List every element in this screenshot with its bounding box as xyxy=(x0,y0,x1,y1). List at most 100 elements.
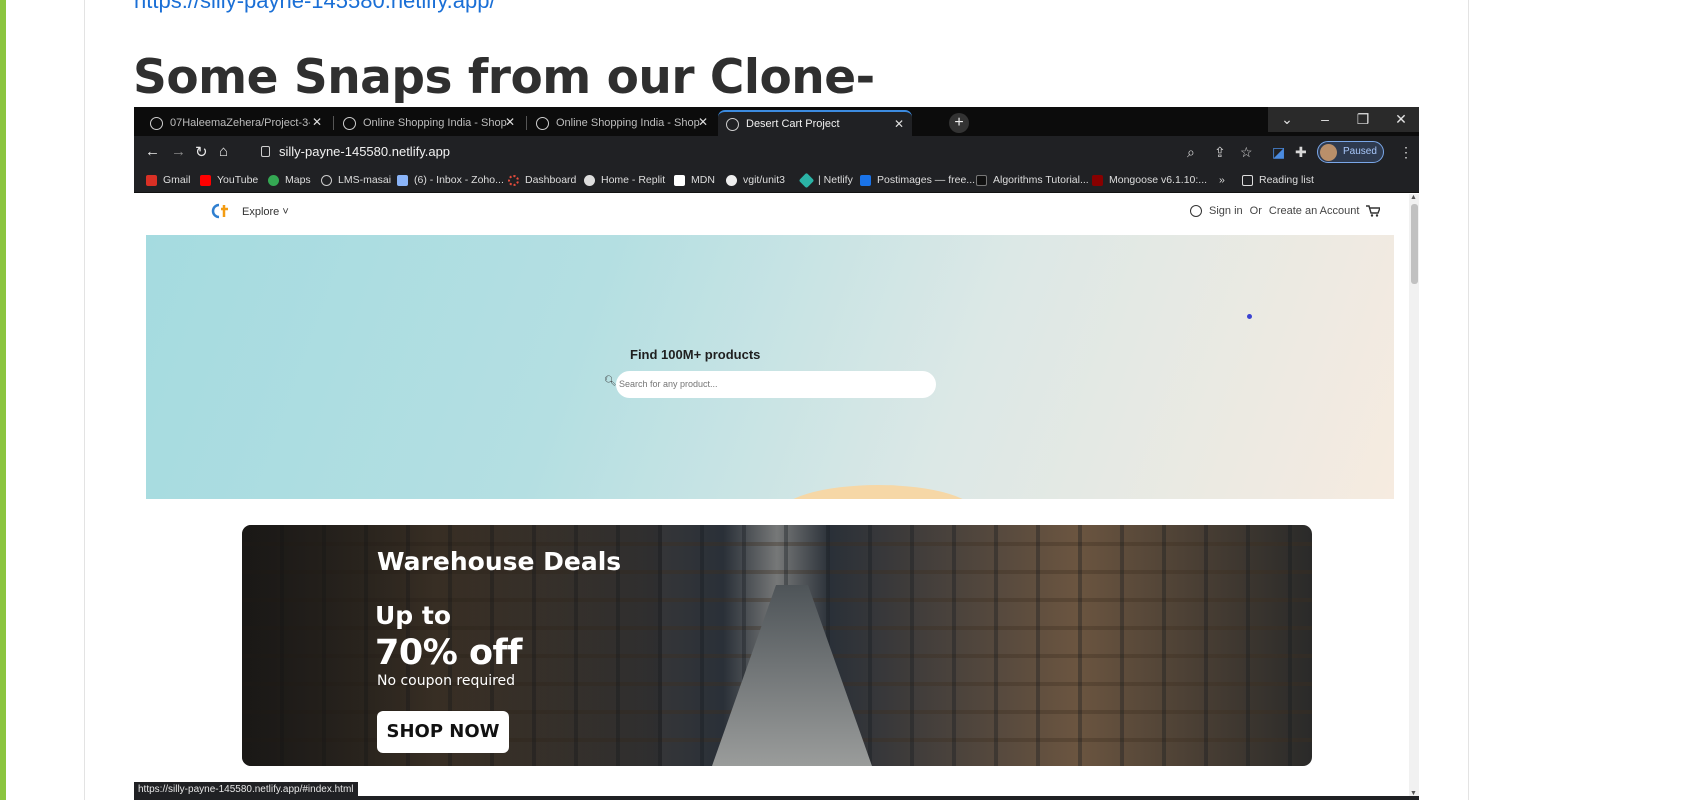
page-heading: Some Snaps from our Clone- xyxy=(133,50,875,105)
close-icon[interactable]: ✕ xyxy=(505,115,515,129)
bookmark-postimages[interactable]: Postimages — free... xyxy=(860,174,975,186)
bookmark-label: Mongoose v6.1.10:... xyxy=(1109,174,1208,186)
github-icon xyxy=(150,116,163,130)
bookmark-gmail[interactable]: Gmail xyxy=(146,174,190,186)
bookmark-label: YouTube xyxy=(217,174,259,186)
bookmark-label: Dashboard xyxy=(525,174,577,186)
cart-icon[interactable] xyxy=(1366,205,1381,217)
maps-icon xyxy=(268,174,279,186)
shop-now-button[interactable]: SHOP NOW xyxy=(377,711,509,753)
share-icon[interactable]: ⇪ xyxy=(1214,144,1226,161)
bookmark-label: Gmail xyxy=(163,174,191,186)
close-icon[interactable]: ✕ xyxy=(894,117,904,131)
globe-icon xyxy=(536,116,549,130)
tab-label: 07HaleemaZehera/Project-3-Clo xyxy=(170,117,310,129)
bookmark-mdn[interactable]: MDN xyxy=(674,174,715,186)
profile-button[interactable]: Paused xyxy=(1317,141,1384,163)
mdn-icon xyxy=(674,174,685,186)
tab-github[interactable]: 07HaleemaZehera/Project-3-Clo ✕ xyxy=(142,110,330,136)
close-icon[interactable]: ✕ xyxy=(698,115,708,129)
tab-separator xyxy=(333,116,334,130)
bookmark-vgit[interactable]: vgit/unit3 xyxy=(726,174,785,186)
globe-icon xyxy=(343,116,356,130)
bookmark-youtube[interactable]: YouTube xyxy=(200,174,258,186)
globe-icon xyxy=(726,117,739,131)
bookmark-label: Maps xyxy=(285,174,311,186)
content-border-left xyxy=(84,0,85,800)
reload-icon[interactable]: ↻ xyxy=(195,143,208,161)
explore-label: Explore xyxy=(242,206,280,218)
site-logo[interactable] xyxy=(209,202,231,220)
explore-menu[interactable]: Explore ˅ xyxy=(242,206,289,218)
bookmark-dashboard[interactable]: Dashboard xyxy=(508,174,576,186)
netlify-icon xyxy=(798,172,815,188)
menu-dots-icon[interactable]: ⋮ xyxy=(1399,144,1413,161)
minimize-button[interactable]: – xyxy=(1306,107,1344,132)
dashboard-icon xyxy=(508,174,519,186)
tab-strip: 07HaleemaZehera/Project-3-Clo ✕ Online S… xyxy=(134,107,1419,136)
banner-title: Warehouse Deals xyxy=(377,547,622,576)
account-links: Sign in Or Create an Account xyxy=(1190,205,1381,217)
bookmark-lms[interactable]: LMS-masai xyxy=(321,174,391,186)
bookmark-netlify[interactable]: | Netlify xyxy=(798,172,853,188)
scrollbar-thumb[interactable] xyxy=(1411,204,1418,284)
bookmark-algorithms[interactable]: Algorithms Tutorial... xyxy=(976,174,1089,186)
banner-subtitle: No coupon required xyxy=(377,673,516,689)
extension-icon[interactable]: ◪ xyxy=(1272,144,1285,161)
banner-discount: 70% off xyxy=(375,633,522,673)
bookmark-label: Algorithms Tutorial... xyxy=(993,174,1089,186)
back-icon[interactable]: ← xyxy=(145,143,160,160)
bookmarks-overflow[interactable]: » xyxy=(1219,174,1225,186)
cursor-dot xyxy=(1247,314,1252,319)
close-icon[interactable]: ✕ xyxy=(312,115,322,129)
bookmark-label: (6) - Inbox - Zoho... xyxy=(414,174,504,186)
zoom-icon[interactable]: ⌕ xyxy=(1187,144,1195,161)
globe-icon[interactable] xyxy=(1190,205,1202,217)
tab-label: Online Shopping India - Shop for xyxy=(363,117,508,129)
warehouse-aisle-image xyxy=(712,585,872,766)
bookmark-label: Home - Replit xyxy=(601,174,666,186)
or-text: Or xyxy=(1249,205,1262,217)
link-status-bar: https://silly-payne-145580.netlify.app/#… xyxy=(134,782,358,797)
puzzle-icon[interactable]: ✚ xyxy=(1295,144,1307,161)
left-accent-bar xyxy=(0,0,6,800)
sign-in-link[interactable]: Sign in xyxy=(1209,205,1243,217)
tab-online-shopping-2[interactable]: Online Shopping India - Shop for ✕ xyxy=(528,110,716,136)
bookmarks-bar: Gmail YouTube Maps LMS-masai (6) - Inbox… xyxy=(134,169,1419,193)
globe-icon xyxy=(321,174,332,186)
bookmark-label: MDN xyxy=(691,174,715,186)
tab-search-button[interactable]: ⌄ xyxy=(1268,107,1306,132)
chevron-down-icon: ˅ xyxy=(282,206,289,218)
new-tab-button[interactable]: + xyxy=(949,113,969,133)
forward-icon[interactable]: → xyxy=(171,143,186,160)
profile-status: Paused xyxy=(1343,146,1377,157)
create-account-link[interactable]: Create an Account xyxy=(1269,205,1360,217)
project-link[interactable]: https://silly-payne-145580.netlify.app/ xyxy=(134,0,496,14)
page-scrollbar[interactable]: ▲ ▼ xyxy=(1409,194,1419,800)
home-icon[interactable]: ⌂ xyxy=(219,143,228,160)
bookmark-star-icon[interactable]: ☆ xyxy=(1240,144,1253,161)
browser-toolbar: ← → ↻ ⌂ silly-payne-145580.netlify.app ⌕… xyxy=(134,136,1419,169)
product-search-input[interactable] xyxy=(616,371,936,398)
bookmark-replit[interactable]: Home - Replit xyxy=(584,174,665,186)
address-bar[interactable]: silly-payne-145580.netlify.app xyxy=(279,144,450,159)
restore-button[interactable]: ❐ xyxy=(1344,107,1382,132)
browser-screenshot: 07HaleemaZehera/Project-3-Clo ✕ Online S… xyxy=(134,107,1419,800)
hero-banner: Find 100M+ products 🔍︎ xyxy=(146,235,1394,499)
bookmark-label: LMS-masai xyxy=(338,174,392,186)
bookmark-mongoose[interactable]: Mongoose v6.1.10:... xyxy=(1092,174,1207,186)
bookmark-maps[interactable]: Maps xyxy=(268,174,311,186)
algorithms-icon xyxy=(976,174,987,186)
close-window-button[interactable]: ✕ xyxy=(1382,107,1419,132)
reading-list[interactable]: Reading list xyxy=(1242,174,1314,186)
tab-label: Online Shopping India - Shop for xyxy=(556,117,701,129)
tab-online-shopping-1[interactable]: Online Shopping India - Shop for ✕ xyxy=(335,110,523,136)
lock-icon[interactable] xyxy=(261,146,270,157)
bookmark-label: Postimages — free... xyxy=(877,174,976,186)
bookmark-zoho[interactable]: (6) - Inbox - Zoho... xyxy=(397,174,504,186)
content-border-right xyxy=(1468,0,1469,800)
scroll-up-icon[interactable]: ▲ xyxy=(1410,194,1417,201)
tab-desert-cart[interactable]: Desert Cart Project ✕ xyxy=(718,110,912,136)
warehouse-deals-banner[interactable]: Warehouse Deals Up to 70% off No coupon … xyxy=(242,525,1312,766)
reading-list-label: Reading list xyxy=(1259,174,1314,186)
